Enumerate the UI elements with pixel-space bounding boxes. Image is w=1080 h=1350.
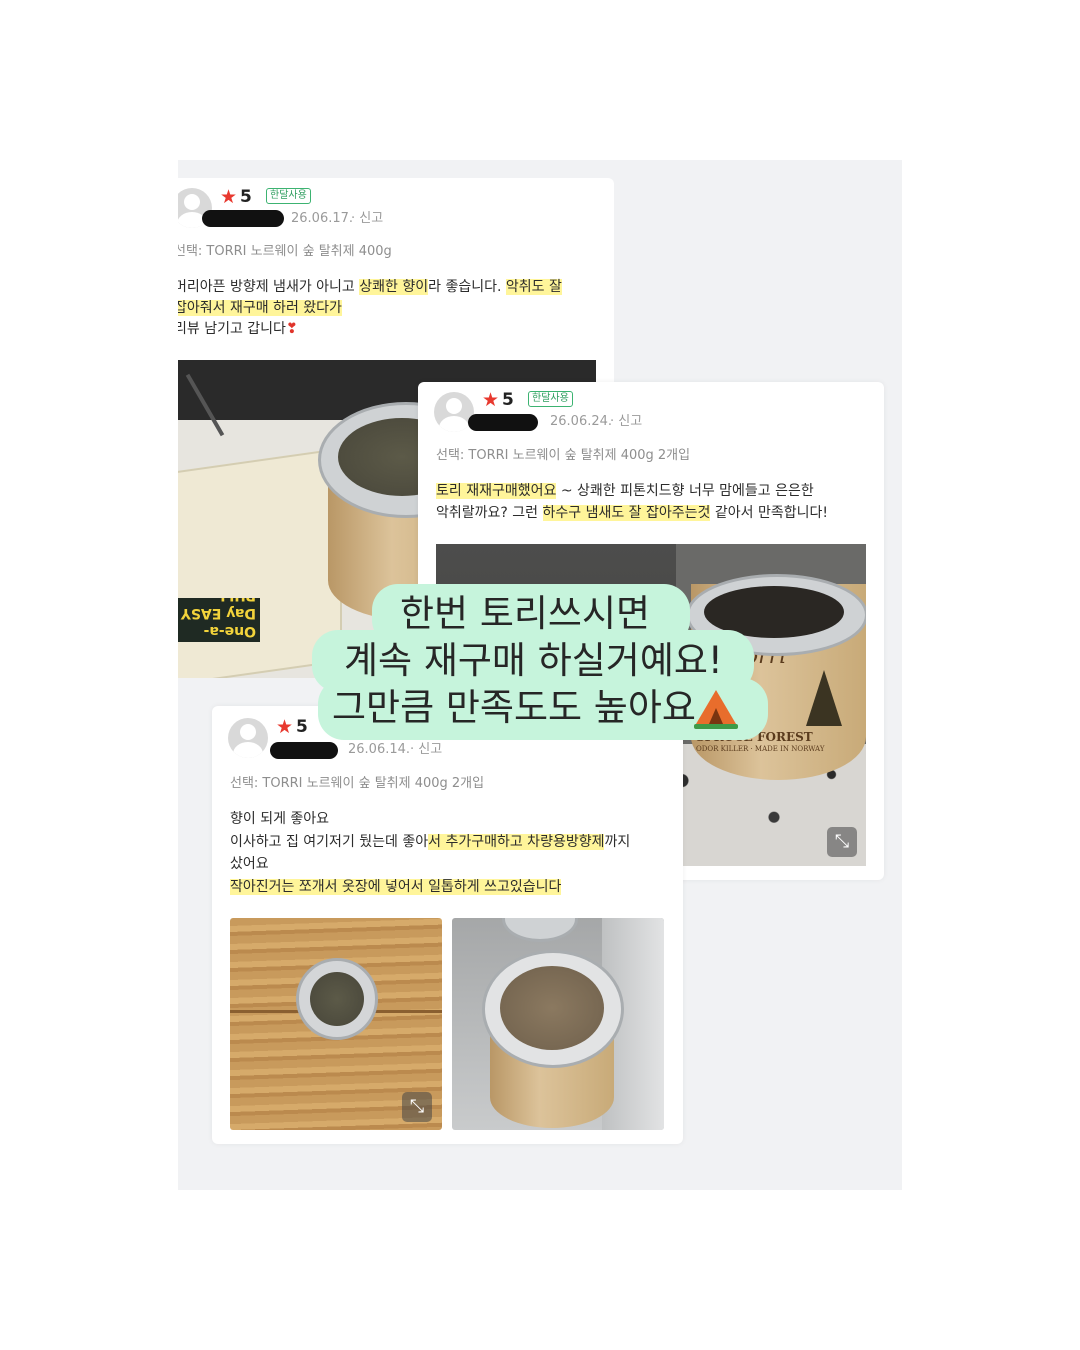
heart-exclamation-icon: ❣ xyxy=(285,321,298,337)
review-date: 26.06.14. xyxy=(348,742,411,757)
review-text-line: 머리아픈 방향제 냄새가 아니고 상쾌한 향이라 좋습니다. 악취도 잘 xyxy=(178,279,562,295)
review-card-3: ★ 5 26.06.14. · 신고 선택: TORRI 노르웨이 숲 탈취제 … xyxy=(212,706,683,1144)
review-text-line: 토리 재재구매했어요 ~ 상쾌한 피톤치드향 너무 맘에들고 은은한 xyxy=(436,483,814,499)
tin-rim xyxy=(502,918,578,942)
usage-badge: 한달사용 xyxy=(528,391,573,407)
review-date: 26.06.24. xyxy=(550,414,613,429)
purchase-option: 선택: TORRI 노르웨이 숲 탈취제 400g xyxy=(178,244,392,259)
tree-illustration xyxy=(806,670,842,726)
review-photo[interactable]: ⤡ xyxy=(230,918,442,1130)
purchase-option: 선택: TORRI 노르웨이 숲 탈취제 400g 2개입 xyxy=(230,776,485,791)
report-link[interactable]: · 신고 xyxy=(351,211,383,227)
avatar xyxy=(228,718,268,758)
report-link[interactable]: · 신고 xyxy=(410,742,442,758)
review-text-line: 향이 되게 좋아요 xyxy=(230,811,330,827)
review-text-line: 악취랄까요? 그런 하수구 냄새도 잘 잡아주는것 같아서 만족합니다! xyxy=(436,505,828,521)
usage-badge: 한달사용 xyxy=(266,188,311,204)
review-text-line: 작아진거는 쪼개서 옷장에 넣어서 일톱하게 쓰고있습니다 xyxy=(230,879,562,895)
rating-score: 5 xyxy=(240,187,252,207)
review-date: 26.06.17. xyxy=(291,211,354,226)
rating-score: 5 xyxy=(502,390,514,410)
star-icon: ★ xyxy=(482,389,500,411)
redacted-username xyxy=(468,414,538,431)
review-photo[interactable] xyxy=(452,918,664,1130)
expand-icon[interactable]: ⤡ xyxy=(402,1092,432,1122)
review-text-line: 리뷰 남기고 갑니다❣ xyxy=(178,321,298,337)
purchase-option: 선택: TORRI 노르웨이 숲 탈취제 400g 2개입 xyxy=(436,448,691,463)
overlay-text-line2: 계속 재구매 하실거예요! xyxy=(344,639,723,682)
review-text-line: 샀어요 xyxy=(230,856,269,872)
expand-icon[interactable]: ⤡ xyxy=(827,827,857,857)
rating-score: 5 xyxy=(296,717,308,737)
overlay-text-line3: 그만큼 만족도도 높아요 xyxy=(332,686,696,729)
overlay-text-line1: 한번 토리쓰시면 xyxy=(400,592,651,635)
star-icon: ★ xyxy=(276,716,294,738)
tent-icon xyxy=(694,690,738,730)
report-link[interactable]: · 신고 xyxy=(610,414,642,430)
tin-opening xyxy=(500,966,604,1050)
product-box-label: One-a-Day EASY PULL xyxy=(178,598,260,642)
tin-opening xyxy=(310,972,364,1026)
redacted-username xyxy=(270,742,338,759)
star-icon: ★ xyxy=(220,186,238,208)
cable xyxy=(185,373,225,437)
review-text-line: 잡아줘서 재구매 하러 왔다가 xyxy=(178,299,342,317)
redacted-username xyxy=(202,210,284,227)
review-text-line: 이사하고 집 여기저기 뒀는데 좋아서 추가구매하고 차량용방향제까지 xyxy=(230,834,631,850)
